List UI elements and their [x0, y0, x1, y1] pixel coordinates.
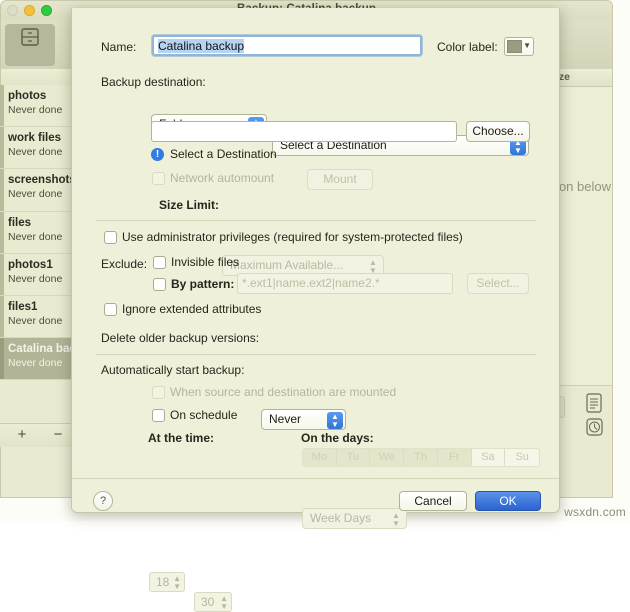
checkbox-box[interactable] [152, 408, 165, 422]
exclude-invisible-label: Invisible files [171, 255, 240, 269]
pattern-select-button[interactable]: Select... [467, 273, 529, 294]
name-label: Name: [101, 40, 137, 54]
destination-warning-text: Select a Destination [170, 147, 277, 161]
schedule-frequency-dropdown[interactable]: Week Days ▲ ▼ [302, 508, 407, 529]
mount-button[interactable]: Mount [307, 169, 373, 190]
ignore-xattr-checkbox[interactable]: Ignore extended attributes [104, 302, 261, 316]
exclude-label: Exclude: [101, 257, 148, 271]
ok-button[interactable]: OK [475, 491, 541, 511]
exclude-invisible-checkbox[interactable]: Invisible files [153, 255, 239, 269]
destination-warning: ! Select a Destination [151, 147, 277, 161]
screenshot-root: Backup: Catalina backup B [0, 0, 630, 612]
name-input-value: Catalina backup [158, 39, 245, 53]
minute-value: 30 [201, 595, 215, 609]
divider [96, 220, 536, 221]
color-label-label: Color label: [437, 40, 498, 54]
day-toggle-mo[interactable]: Mo [303, 449, 337, 466]
choose-button[interactable]: Choose... [466, 121, 530, 142]
divider [96, 354, 536, 355]
delete-older-value: Never [269, 412, 302, 426]
checkbox-box[interactable] [152, 171, 165, 185]
watermark: wsxdn.com [564, 505, 626, 519]
chevron-updown-icon: ▲▼ [173, 574, 181, 591]
day-toggle-th[interactable]: Th [404, 449, 438, 466]
checkbox-box[interactable] [153, 277, 166, 291]
chevron-down-icon: ▼ [523, 41, 531, 50]
ignore-xattr-label: Ignore extended attributes [122, 302, 262, 316]
on-the-days-label: On the days: [301, 431, 374, 445]
exclude-pattern-label: By pattern: [171, 277, 235, 291]
checkbox-box[interactable] [104, 302, 117, 316]
schedule-frequency-value: Week Days [310, 511, 372, 525]
help-button[interactable]: ? [93, 491, 113, 511]
hour-stepper[interactable]: 18 ▲ ▼ [149, 572, 185, 592]
day-toggle-su[interactable]: Su [505, 449, 539, 466]
auto-start-section-label: Automatically start backup: [101, 363, 245, 377]
info-icon: ! [151, 147, 164, 161]
day-toggle-fr[interactable]: Fr [437, 449, 472, 466]
on-schedule-label: On schedule [170, 408, 238, 422]
on-schedule-checkbox[interactable]: On schedule [152, 408, 237, 422]
day-toggle-we[interactable]: We [370, 449, 405, 466]
network-automount-checkbox[interactable]: Network automount [152, 171, 274, 185]
cancel-button[interactable]: Cancel [399, 491, 467, 511]
day-toggle-tu[interactable]: Tu [336, 449, 371, 466]
backup-settings-sheet: Name: Catalina backup Color label: ▼ Bac… [71, 8, 560, 612]
checkbox-box[interactable] [153, 255, 166, 269]
document-icon[interactable] [585, 392, 604, 414]
exclude-pattern-input[interactable]: *.ext1|name.ext2|name2.* [237, 273, 453, 294]
when-mounted-checkbox[interactable]: When source and destination are mounted [152, 385, 396, 399]
admin-privileges-checkbox[interactable]: Use administrator privileges (required f… [104, 230, 463, 244]
exclude-pattern-checkbox[interactable]: By pattern: [153, 277, 234, 291]
name-input[interactable]: Catalina backup [152, 35, 422, 56]
minute-stepper[interactable]: 30 ▲ ▼ [194, 592, 232, 612]
size-limit-label: Size Limit: [159, 198, 220, 212]
drawer-icon [21, 28, 39, 46]
at-the-time-label: At the time: [148, 431, 214, 445]
when-mounted-label: When source and destination are mounted [170, 385, 397, 399]
checkbox-box[interactable] [152, 385, 165, 399]
hour-value: 18 [156, 575, 170, 589]
chevron-updown-icon: ▲▼ [327, 412, 343, 429]
checkbox-box[interactable] [104, 230, 117, 244]
divider [72, 478, 559, 479]
admin-privileges-label: Use administrator privileges (required f… [122, 230, 463, 244]
backup-destination-section-label: Backup destination: [101, 75, 206, 89]
toolbar-button-backups[interactable] [5, 24, 55, 66]
clock-icon[interactable] [585, 416, 604, 438]
color-swatch [507, 40, 522, 53]
chevron-updown-icon: ▲▼ [220, 594, 228, 611]
chevron-updown-icon: ▲▼ [392, 511, 400, 528]
network-automount-label: Network automount [170, 171, 275, 185]
remove-job-button[interactable]: − [44, 426, 72, 444]
size-limit-value: Maximum Available... [230, 258, 344, 272]
add-job-button[interactable]: + [8, 426, 36, 444]
color-label-picker[interactable]: ▼ [504, 37, 534, 56]
weekday-selector[interactable]: Mo Tu We Th Fr Sa Su [302, 448, 540, 467]
delete-older-dropdown[interactable]: Never ▲ ▼ [261, 409, 346, 430]
delete-older-label: Delete older backup versions: [101, 331, 260, 345]
destination-path-input[interactable] [151, 121, 457, 142]
exclude-pattern-placeholder: *.ext1|name.ext2|name2.* [242, 276, 380, 290]
day-toggle-sa[interactable]: Sa [471, 449, 506, 466]
